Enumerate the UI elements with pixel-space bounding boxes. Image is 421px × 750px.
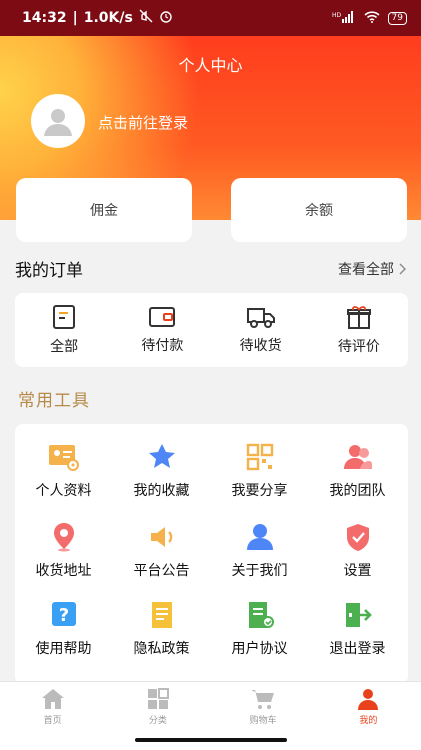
qr-code-icon — [246, 443, 273, 471]
cart-icon — [251, 689, 275, 709]
tool-about-label: 关于我们 — [231, 563, 288, 579]
tool-agreement-label: 用户协议 — [231, 641, 288, 657]
tool-logout[interactable]: 退出登录 — [310, 600, 405, 658]
signal-label: HD — [332, 12, 342, 19]
tool-settings-label: 设置 — [343, 563, 372, 579]
tool-favorites-label: 我的收藏 — [133, 483, 190, 499]
tools-card: 个人资料 我的收藏 我要分享 我的团队 收货地址 平台公告 关于我们 设置 ? … — [15, 424, 408, 684]
chevron-right-icon — [399, 263, 406, 274]
svg-text:?: ? — [58, 605, 68, 626]
view-all-orders-link[interactable]: 查看全部 — [338, 259, 406, 279]
tool-privacy-label: 隐私政策 — [133, 641, 190, 657]
location-pin-icon — [53, 523, 74, 552]
home-icon — [41, 688, 64, 709]
help-icon: ? — [51, 602, 76, 626]
tool-team-label: 我的团队 — [329, 483, 386, 499]
signal-icon: HD — [332, 10, 356, 26]
tab-category-label: 分类 — [148, 715, 167, 726]
order-unreceived[interactable]: 待收货 — [212, 293, 310, 367]
tool-profile-label: 个人资料 — [35, 483, 92, 499]
order-unreceived-label: 待收货 — [239, 338, 282, 354]
tool-help[interactable]: ? 使用帮助 — [16, 600, 111, 658]
grid-icon — [147, 687, 169, 709]
tool-logout-label: 退出登录 — [329, 641, 386, 657]
document-icon — [151, 602, 172, 628]
tool-settings[interactable]: 设置 — [310, 522, 405, 580]
alarm-icon — [159, 9, 173, 27]
tab-cart-label: 购物车 — [249, 715, 277, 726]
order-all-label: 全部 — [50, 339, 79, 355]
gift-icon — [346, 306, 371, 329]
profile-card-icon — [48, 445, 79, 471]
order-unreviewed-label: 待评价 — [337, 339, 380, 355]
star-icon — [148, 444, 175, 468]
tab-cart[interactable]: 购物车 — [211, 682, 316, 731]
tool-announcement[interactable]: 平台公告 — [114, 522, 209, 580]
page-title: 个人中心 — [178, 56, 243, 75]
logout-icon — [345, 603, 372, 627]
tool-help-label: 使用帮助 — [35, 641, 92, 657]
mute-icon — [139, 9, 153, 27]
avatar[interactable] — [31, 94, 85, 148]
shield-icon — [346, 524, 369, 551]
tool-announcement-label: 平台公告 — [133, 563, 190, 579]
status-speed: 1.0K/s — [83, 10, 133, 26]
tool-team[interactable]: 我的团队 — [310, 442, 405, 500]
tools-title: 常用工具 — [18, 391, 90, 411]
commission-card[interactable]: 佣金 — [16, 178, 192, 242]
list-icon — [53, 305, 76, 329]
person-icon — [358, 688, 379, 710]
home-indicator-area — [0, 731, 421, 750]
status-bar: 14:32 | 1.0K/s HD 79 — [0, 0, 421, 36]
wifi-icon — [363, 10, 380, 26]
truck-icon — [246, 308, 275, 328]
tool-privacy[interactable]: 隐私政策 — [114, 600, 209, 658]
status-divider: | — [72, 10, 78, 26]
balance-card[interactable]: 余额 — [231, 178, 407, 242]
tool-favorites[interactable]: 我的收藏 — [114, 442, 209, 500]
status-time: 14:32 — [22, 10, 67, 26]
user-icon — [246, 524, 273, 550]
tool-address-label: 收货地址 — [35, 563, 92, 579]
orders-title: 我的订单 — [15, 261, 83, 281]
tool-about[interactable]: 关于我们 — [212, 522, 307, 580]
balance-label: 余额 — [305, 203, 333, 219]
tool-share-label: 我要分享 — [231, 483, 288, 499]
tab-category[interactable]: 分类 — [105, 682, 210, 731]
wallet-icon — [149, 307, 176, 327]
tool-agreement[interactable]: 用户协议 — [212, 600, 307, 658]
login-link[interactable]: 点击前往登录 — [98, 112, 188, 133]
tool-address[interactable]: 收货地址 — [16, 522, 111, 580]
home-indicator[interactable] — [135, 738, 287, 742]
tab-home[interactable]: 首页 — [0, 682, 105, 731]
orders-header: 我的订单 查看全部 — [15, 256, 406, 281]
agreement-icon — [248, 602, 274, 628]
tool-profile[interactable]: 个人资料 — [16, 442, 111, 500]
tab-mine[interactable]: 我的 — [316, 682, 421, 731]
order-unreviewed[interactable]: 待评价 — [310, 293, 408, 367]
battery-icon: 79 — [387, 11, 407, 25]
tab-mine-label: 我的 — [359, 715, 378, 726]
avatar-placeholder-icon — [44, 109, 72, 136]
bottom-tab-bar: 首页 分类 购物车 我的 — [0, 681, 421, 731]
team-icon — [343, 445, 372, 469]
orders-card: 全部 待付款 待收货 待评价 — [15, 293, 408, 367]
order-unpaid[interactable]: 待付款 — [113, 293, 211, 367]
speaker-icon — [150, 527, 172, 547]
commission-label: 佣金 — [90, 203, 118, 219]
order-unpaid-label: 待付款 — [141, 338, 184, 354]
order-all[interactable]: 全部 — [15, 293, 113, 367]
tool-share[interactable]: 我要分享 — [212, 442, 307, 500]
view-all-label: 查看全部 — [338, 261, 394, 278]
tab-home-label: 首页 — [43, 715, 62, 726]
